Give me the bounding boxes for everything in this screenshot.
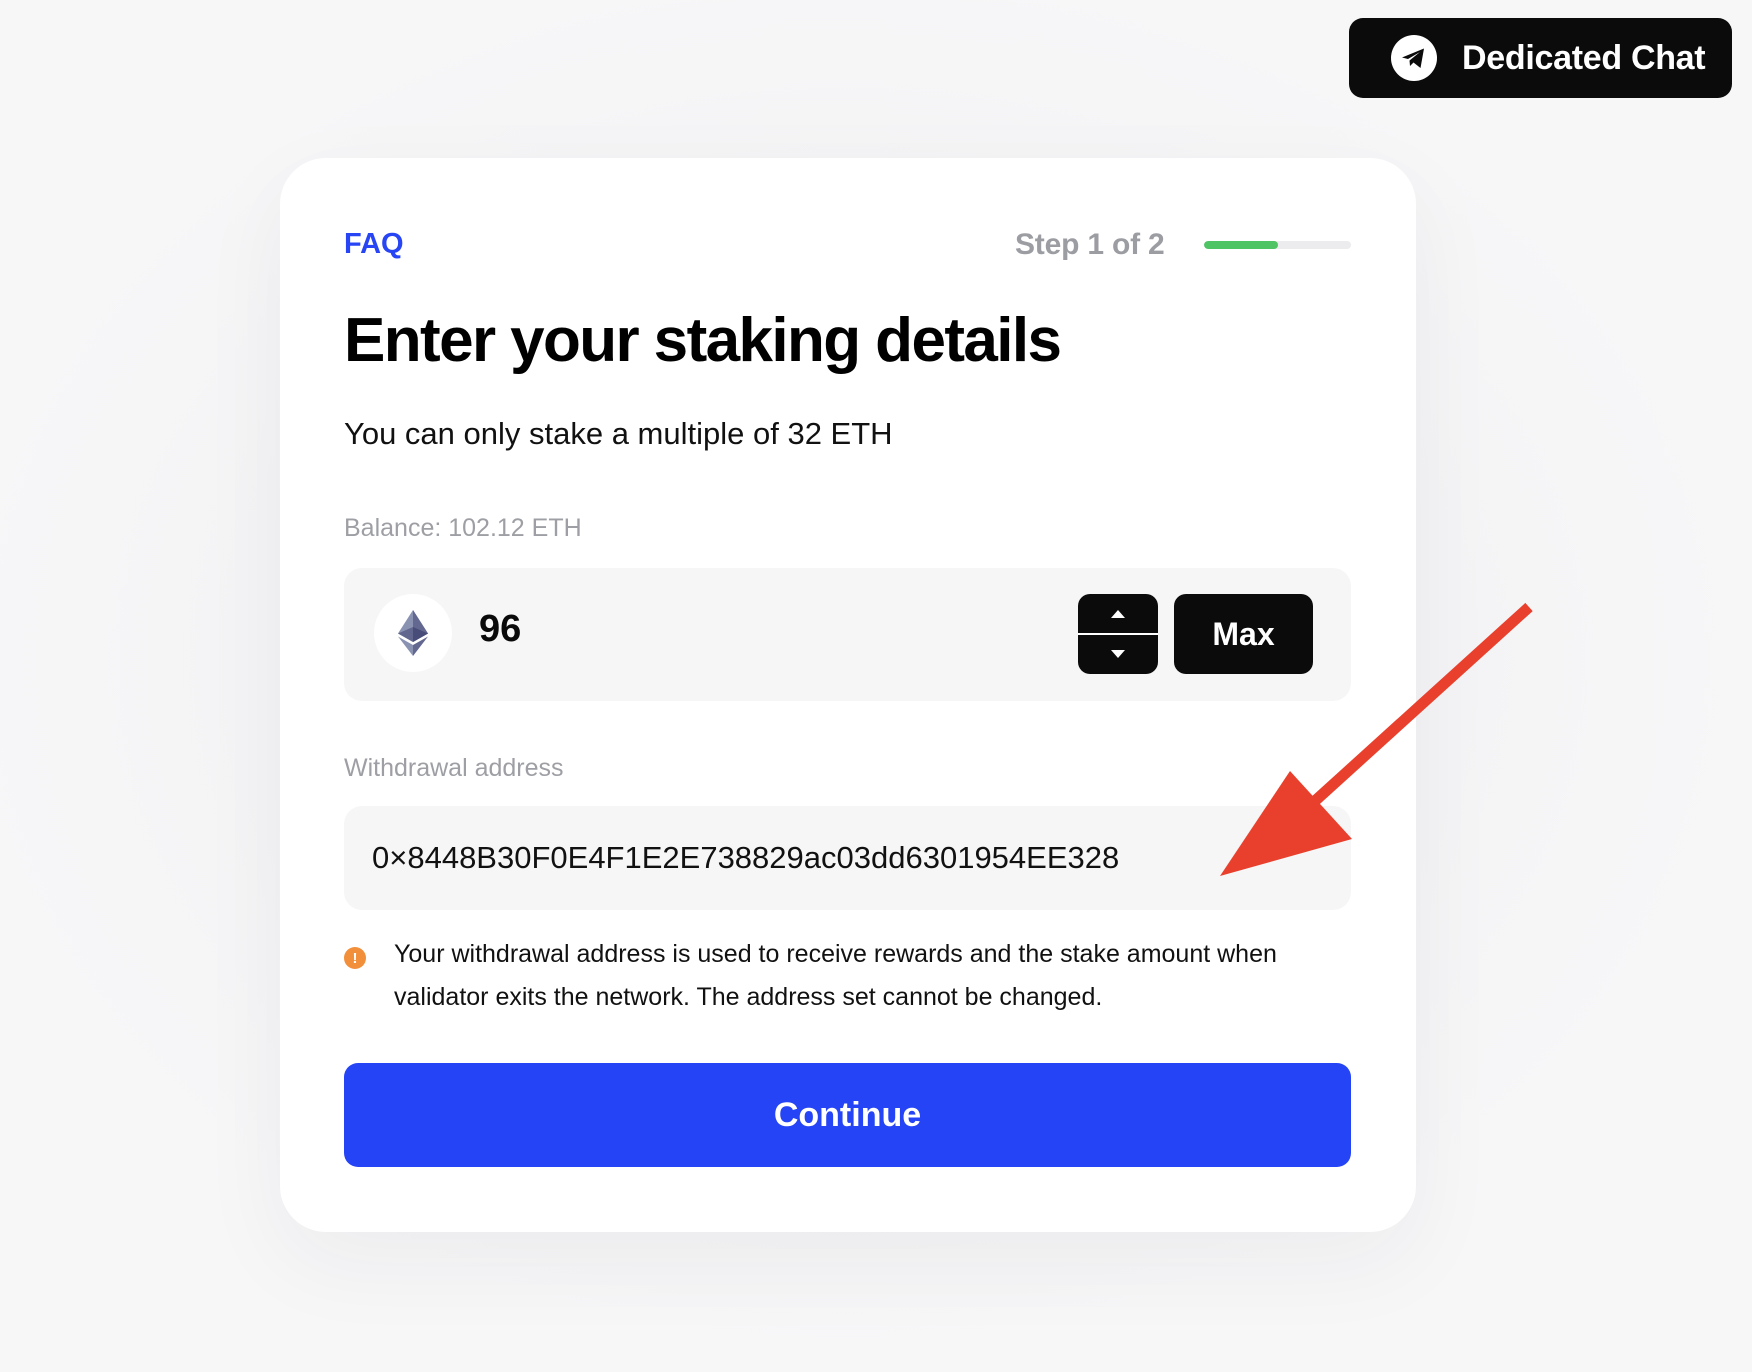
warning-icon: ! [344, 947, 366, 969]
step-indicator: Step 1 of 2 [1015, 228, 1165, 261]
balance-label: Balance: 102.12 ETH [344, 514, 582, 542]
amount-stepper[interactable] [1078, 594, 1158, 674]
step-progress-fill [1204, 241, 1278, 249]
caret-down-icon [1111, 650, 1125, 658]
caret-up-icon [1111, 610, 1125, 618]
page-subtitle: You can only stake a multiple of 32 ETH [344, 416, 893, 451]
withdrawal-notice: Your withdrawal address is used to recei… [394, 940, 1277, 1011]
telegram-icon [1391, 35, 1437, 81]
stake-amount-value[interactable]: 96 [479, 608, 521, 651]
dedicated-chat-button[interactable]: Dedicated Chat [1349, 18, 1732, 98]
faq-link[interactable]: FAQ [344, 228, 404, 261]
step-progress-bar [1204, 241, 1351, 249]
continue-button[interactable]: Continue [344, 1063, 1351, 1167]
withdrawal-address-label: Withdrawal address [344, 754, 564, 782]
stake-amount-field[interactable]: 96 Max [344, 568, 1351, 701]
dedicated-chat-label: Dedicated Chat [1462, 38, 1706, 77]
ethereum-icon [374, 594, 452, 672]
staking-card: FAQ Step 1 of 2 Enter your staking detai… [280, 158, 1416, 1232]
increment-button[interactable] [1078, 594, 1158, 634]
max-button[interactable]: Max [1174, 594, 1313, 674]
withdrawal-address-field[interactable] [344, 806, 1351, 910]
page-title: Enter your staking details [344, 306, 1062, 375]
withdrawal-address-input[interactable] [372, 806, 1322, 910]
decrement-button[interactable] [1078, 634, 1158, 674]
